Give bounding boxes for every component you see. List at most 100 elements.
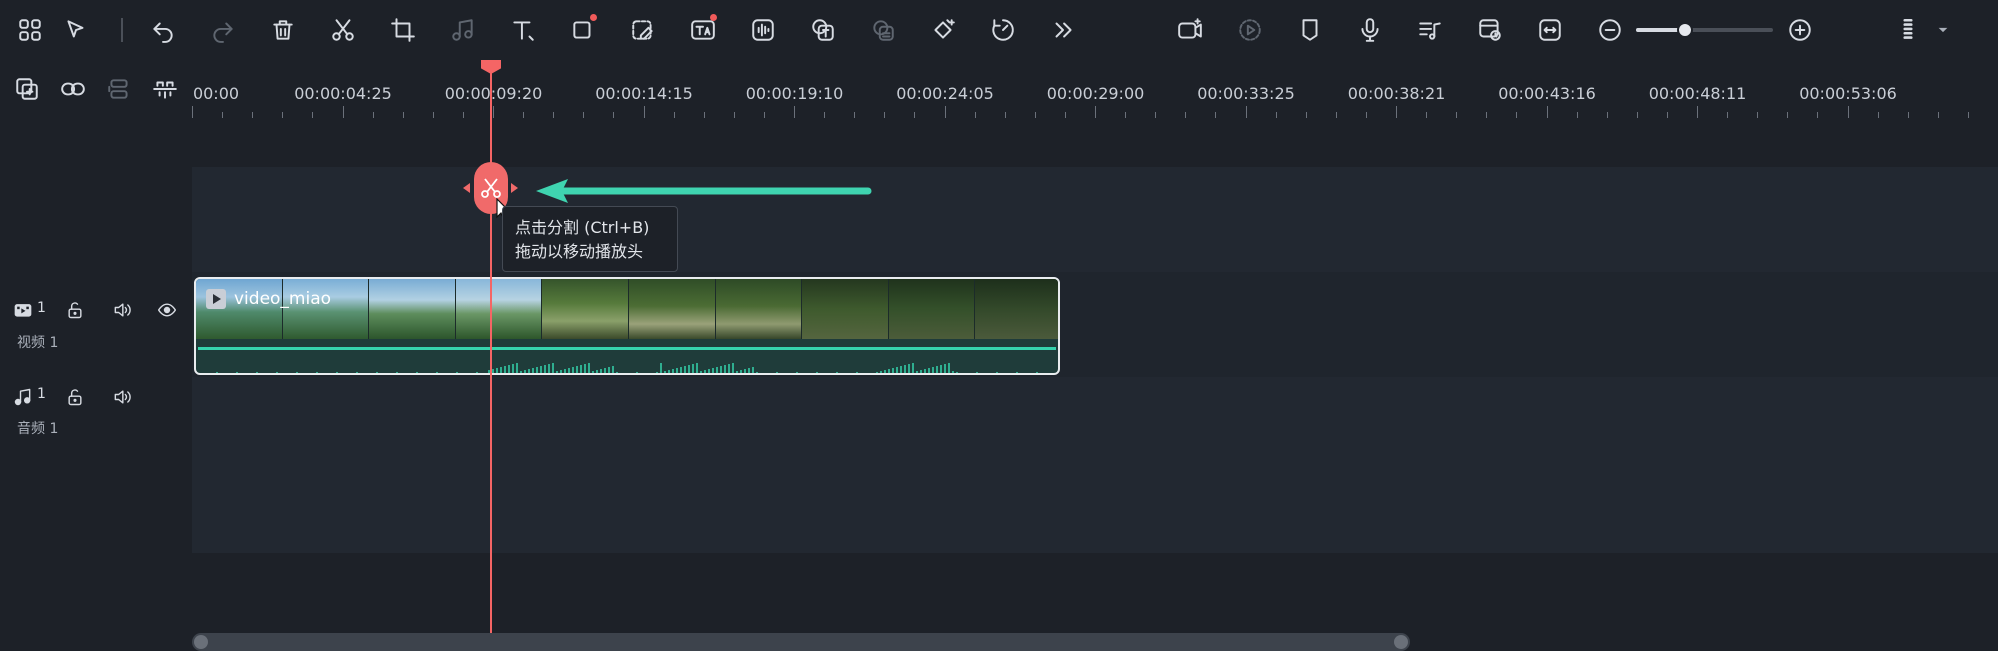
magnetic-snap-icon[interactable] xyxy=(148,72,182,106)
select-tool-icon[interactable] xyxy=(58,12,94,48)
add-track-icon[interactable] xyxy=(10,72,44,106)
ruler-tick xyxy=(1335,112,1337,118)
audio-mixer-icon[interactable] xyxy=(1412,12,1448,48)
subtitle-icon[interactable] xyxy=(805,12,841,48)
waveform-bar xyxy=(588,363,590,373)
ruler-tick xyxy=(794,106,795,118)
waveform-bar xyxy=(760,374,762,375)
time-ruler[interactable]: 00:00 00:00:04:25 00:00:09:20 00:00:14:15 00… xyxy=(192,60,1998,126)
video-track-name: 视频 1 xyxy=(17,335,59,351)
undo-icon[interactable] xyxy=(145,12,181,48)
delete-icon[interactable] xyxy=(265,12,301,48)
crop-icon[interactable] xyxy=(385,12,421,48)
waveform-bar xyxy=(464,374,466,375)
video-clip[interactable]: video_miao xyxy=(194,277,1060,375)
ruler-tick xyxy=(884,112,886,118)
preview-quality-icon[interactable] xyxy=(1472,12,1508,48)
audio-track-lane[interactable] xyxy=(192,377,1998,553)
waveform-bar xyxy=(484,374,486,375)
group-icon[interactable] xyxy=(102,72,136,106)
waveform-bar xyxy=(888,369,890,373)
audio-wave-icon[interactable] xyxy=(745,12,781,48)
zoom-slider-thumb[interactable] xyxy=(1677,22,1694,38)
zoom-in-icon[interactable] xyxy=(1782,12,1818,48)
waveform-bar xyxy=(1044,374,1046,375)
waveform-bar xyxy=(228,374,230,375)
marker-icon[interactable] xyxy=(1292,12,1328,48)
ruler-tick xyxy=(432,112,434,118)
waveform-bar xyxy=(880,371,882,373)
ai-text-icon[interactable] xyxy=(685,12,721,48)
waveform-bar xyxy=(924,369,926,373)
waveform-bar xyxy=(600,369,602,373)
waveform-bar xyxy=(684,366,686,373)
ruler-tick xyxy=(583,112,585,118)
waveform-bar xyxy=(700,371,702,373)
speed-icon[interactable] xyxy=(985,12,1021,48)
more-tools-icon[interactable] xyxy=(1045,12,1081,48)
scrollbar-right-handle[interactable] xyxy=(1394,635,1408,649)
waveform-bar xyxy=(804,374,806,375)
waveform-bar xyxy=(668,370,670,373)
waveform-bar xyxy=(852,374,854,375)
keyframe-icon[interactable] xyxy=(925,12,961,48)
waveform-bar xyxy=(1040,374,1042,375)
volume-icon[interactable] xyxy=(109,297,135,323)
redo-icon[interactable] xyxy=(205,12,241,48)
chevron-down-icon[interactable] xyxy=(1926,12,1960,48)
waveform-bar xyxy=(792,374,794,375)
grip-icon[interactable] xyxy=(1890,12,1926,48)
waveform-bar xyxy=(620,374,622,375)
waveform-bar xyxy=(960,374,962,375)
audio-music-icon[interactable] xyxy=(445,12,481,48)
playhead-line[interactable] xyxy=(490,60,492,651)
waveform-bar xyxy=(640,374,642,375)
fit-timeline-icon[interactable] xyxy=(1532,12,1568,48)
ruler-tick xyxy=(1847,106,1849,118)
link-icon[interactable] xyxy=(56,72,90,106)
ruler-tick xyxy=(854,112,856,118)
waveform-bar xyxy=(752,367,754,373)
ruler-tick xyxy=(703,112,705,118)
ruler-tick xyxy=(1155,112,1157,118)
scissors-icon[interactable] xyxy=(325,12,361,48)
scrollbar-left-handle[interactable] xyxy=(194,635,208,649)
waveform-bar xyxy=(224,374,226,375)
ruler-tick xyxy=(763,112,765,118)
horizontal-scrollbar[interactable] xyxy=(192,633,1410,651)
volume-icon[interactable] xyxy=(109,384,135,410)
ai-erase-icon[interactable] xyxy=(625,12,661,48)
ruler-tick xyxy=(1275,112,1277,118)
ruler-tick xyxy=(1125,112,1127,118)
waveform-bar xyxy=(528,369,530,373)
zoom-out-icon[interactable] xyxy=(1592,12,1628,48)
ruler-tick xyxy=(462,112,464,118)
voice-icon[interactable] xyxy=(865,12,901,48)
waveform-bar xyxy=(568,368,570,373)
waveform-bar xyxy=(916,371,918,373)
render-preview-icon[interactable] xyxy=(1232,12,1268,48)
lock-icon[interactable] xyxy=(62,384,88,410)
eye-icon[interactable] xyxy=(154,297,180,323)
waveform-bar xyxy=(572,367,574,373)
text-icon[interactable] xyxy=(505,12,541,48)
zoom-slider[interactable] xyxy=(1636,22,1773,38)
waveform-bar xyxy=(336,372,338,373)
waveform-bar xyxy=(776,372,778,373)
shape-icon[interactable] xyxy=(565,12,601,48)
video-track-icon xyxy=(10,297,36,323)
waveform-bar xyxy=(312,374,314,375)
ai-video-icon[interactable] xyxy=(1172,12,1208,48)
ruler-tick xyxy=(402,112,404,118)
lock-icon[interactable] xyxy=(62,297,88,323)
waveform-bar xyxy=(920,370,922,373)
layout-icon[interactable] xyxy=(12,12,48,48)
ruler-tick xyxy=(222,112,224,118)
ruler-tick xyxy=(613,112,615,118)
ruler-tick xyxy=(312,112,314,118)
waveform-bar xyxy=(468,374,470,375)
waveform-bar xyxy=(708,369,710,373)
waveform-bar xyxy=(544,365,546,373)
waveform-bar xyxy=(540,366,542,373)
microphone-icon[interactable] xyxy=(1352,12,1388,48)
